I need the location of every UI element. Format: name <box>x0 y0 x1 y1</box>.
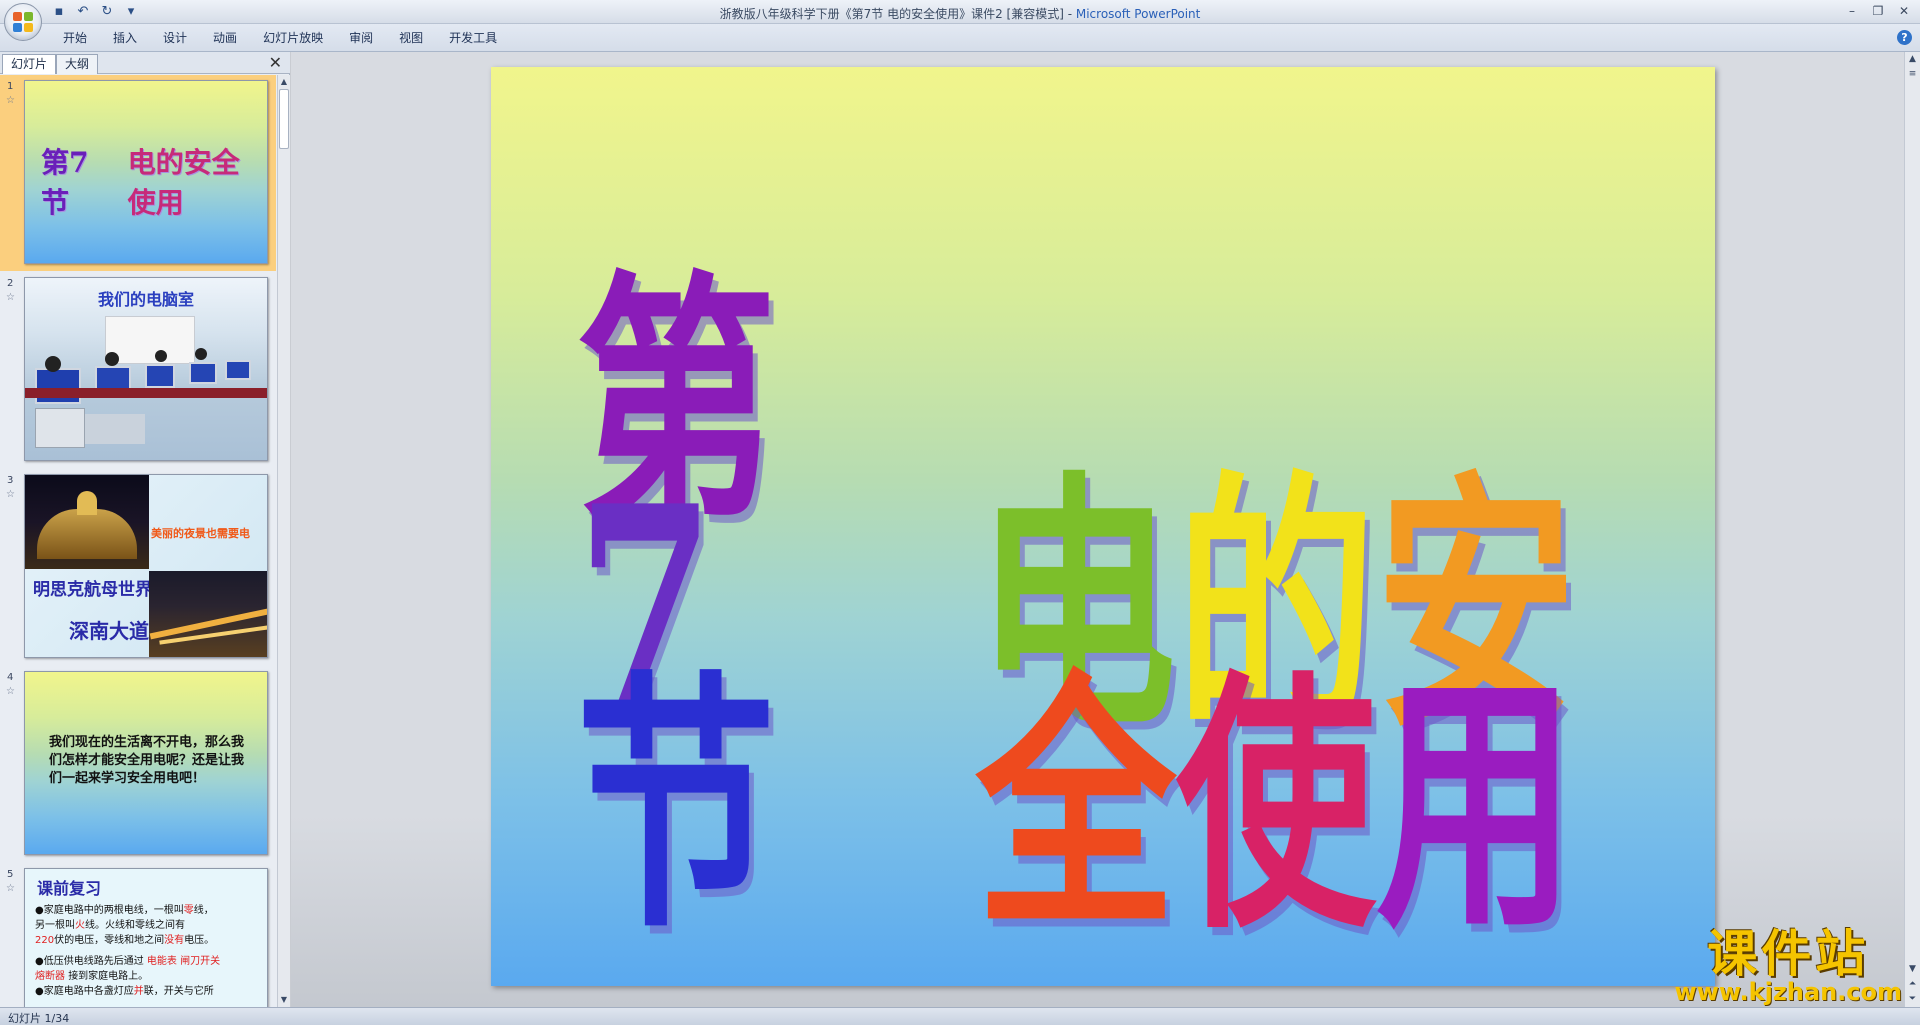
status-bar: 幻灯片 1/34 <box>0 1007 1920 1025</box>
app-name: Microsoft PowerPoint <box>1075 7 1201 21</box>
tab-animations[interactable]: 动画 <box>200 30 250 46</box>
animation-star-icon: ☆ <box>6 489 15 500</box>
thumbnail-row-4[interactable]: 4 ☆ 我们现在的生活离不开电，那么我们怎样才能安全用电呢？还是让我们一起来学习… <box>0 666 276 862</box>
slide-title-char: 使 <box>1175 647 1376 965</box>
current-slide[interactable]: 第7节 电的安全使用 <box>491 67 1715 986</box>
animation-star-icon: ☆ <box>6 883 15 894</box>
thumbnail-row-2[interactable]: 2 ☆ 我们的电脑室 <box>0 272 276 468</box>
thumbnail-scrollbar[interactable]: ▲ ▼ <box>277 75 290 1007</box>
tab-view[interactable]: 视图 <box>386 30 436 46</box>
animation-star-icon: ☆ <box>6 292 15 303</box>
slide-title-part2: 电的安全使用 <box>975 471 1715 965</box>
prev-slide-icon[interactable]: ⏶ <box>1905 977 1920 992</box>
classroom-image <box>25 348 267 460</box>
slide-number: 1 <box>7 81 14 92</box>
thumb-line1: 明思克航母世界 <box>33 580 152 600</box>
slide-thumbnail-2[interactable]: 我们的电脑室 <box>24 277 268 461</box>
slides-panel: 幻灯片 大纲 ✕ 1 ☆ 第7节 电的安全使用 2 ☆ 我们的电脑室 3 ☆ 美… <box>0 52 290 1007</box>
slide-title-part1: 第7节 <box>576 271 908 965</box>
title-separator: - <box>1063 7 1076 21</box>
slide-thumbnail-5[interactable]: 课前复习 ●家庭电路中的两根电线，一根叫零线， 另一根叫火线。火线和零线之间有 … <box>24 868 268 1007</box>
slide-title-char: 节 <box>576 647 777 965</box>
thumb-text: 我们现在的生活离不开电，那么我们怎样才能安全用电呢？还是让我们一起来学习安全用电… <box>49 735 245 786</box>
thumbnail-row-3[interactable]: 3 ☆ 美丽的夜景也需要电 明思克航母世界 深南大道 <box>0 469 276 665</box>
slide-title[interactable]: 第7节 电的安全使用 <box>576 271 1715 965</box>
tab-review[interactable]: 审阅 <box>336 30 386 46</box>
scroll-down-icon[interactable]: ▼ <box>278 993 290 1007</box>
scroll-grip-icon[interactable]: ≡ <box>1905 67 1920 82</box>
document-title: 浙教版八年级科学下册《第7节 电的安全使用》课件2 [兼容模式] <box>719 7 1064 21</box>
thumbnail-list: 1 ☆ 第7节 电的安全使用 2 ☆ 我们的电脑室 3 ☆ 美丽的夜景也需要电 … <box>0 75 276 1007</box>
window-title: 浙教版八年级科学下册《第7节 电的安全使用》课件2 [兼容模式] - Micro… <box>0 5 1920 22</box>
slide-title-char: 用 <box>1375 647 1576 965</box>
night-building-image <box>25 475 149 569</box>
restore-icon[interactable]: ❐ <box>1866 2 1890 20</box>
office-logo-icon <box>13 12 33 32</box>
slide-thumbnail-1[interactable]: 第7节 电的安全使用 <box>24 80 268 264</box>
tab-outline[interactable]: 大纲 <box>56 54 99 74</box>
panel-tabs: 幻灯片 大纲 ✕ <box>0 52 290 74</box>
slide-editor: 第7节 电的安全使用 <box>291 52 1904 1007</box>
thumb-caption: 美丽的夜景也需要电 <box>151 527 250 540</box>
minimize-icon[interactable]: – <box>1840 2 1864 20</box>
slide-number: 5 <box>7 869 14 880</box>
ribbon: 开始 插入 设计 动画 幻灯片放映 审阅 视图 开发工具 ? <box>0 24 1920 52</box>
next-slide-icon[interactable]: ⏷ <box>1905 992 1920 1007</box>
ribbon-tabs: 开始 插入 设计 动画 幻灯片放映 审阅 视图 开发工具 <box>50 30 510 46</box>
scroll-up-icon[interactable]: ▲ <box>1905 52 1920 67</box>
animation-star-icon: ☆ <box>6 686 15 697</box>
slide-number: 3 <box>7 475 14 486</box>
thumb-title: 课前复习 <box>37 879 102 898</box>
editor-scrollbar[interactable]: ▲ ≡ ▼ ⏶ ⏷ <box>1904 52 1920 1007</box>
slide-thumbnail-3[interactable]: 美丽的夜景也需要电 明思克航母世界 深南大道 <box>24 474 268 658</box>
scroll-thumb[interactable] <box>279 89 289 149</box>
window-controls: – ❐ ✕ <box>1840 2 1916 20</box>
scroll-up-icon[interactable]: ▲ <box>278 75 290 89</box>
thumb-line2: 深南大道 <box>69 619 149 643</box>
slide-counter: 幻灯片 1/34 <box>8 1012 70 1025</box>
night-street-image <box>149 571 267 657</box>
thumbnail-row-5[interactable]: 5 ☆ 课前复习 ●家庭电路中的两根电线，一根叫零线， 另一根叫火线。火线和零线… <box>0 863 276 1007</box>
tab-design[interactable]: 设计 <box>150 30 200 46</box>
slide-thumbnail-4[interactable]: 我们现在的生活离不开电，那么我们怎样才能安全用电呢？还是让我们一起来学习安全用电… <box>24 671 268 855</box>
watermark-title: 课件站 <box>1707 924 1870 983</box>
watermark-url: www.kjzhan.com <box>1674 977 1902 1006</box>
close-icon[interactable]: ✕ <box>1892 2 1916 20</box>
tab-developer[interactable]: 开发工具 <box>436 30 510 46</box>
scroll-down-icon[interactable]: ▼ <box>1905 962 1920 977</box>
help-icon[interactable]: ? <box>1897 30 1912 45</box>
tab-home[interactable]: 开始 <box>50 30 100 46</box>
tab-slides[interactable]: 幻灯片 <box>2 54 57 74</box>
thumb-title: 第7节 电的安全使用 <box>41 146 240 219</box>
thumb-body: ●家庭电路中的两根电线，一根叫零线， 另一根叫火线。火线和零线之间有 220伏的… <box>35 905 221 997</box>
thumb-title: 我们的电脑室 <box>97 290 194 309</box>
slide-number: 4 <box>7 672 14 683</box>
office-button[interactable] <box>4 3 42 41</box>
slide-title-char: 全 <box>975 647 1176 965</box>
animation-star-icon: ☆ <box>6 95 15 106</box>
title-bar: ▪ ↶ ↻ ▾ 浙教版八年级科学下册《第7节 电的安全使用》课件2 [兼容模式]… <box>0 0 1920 24</box>
watermark: 课件站 www.kjzhan.com <box>1675 929 1902 1005</box>
close-panel-icon[interactable]: ✕ <box>269 54 282 72</box>
slide-number: 2 <box>7 278 14 289</box>
tab-slideshow[interactable]: 幻灯片放映 <box>250 30 336 46</box>
thumbnail-row-1[interactable]: 1 ☆ 第7节 电的安全使用 <box>0 75 276 271</box>
tab-insert[interactable]: 插入 <box>100 30 150 46</box>
